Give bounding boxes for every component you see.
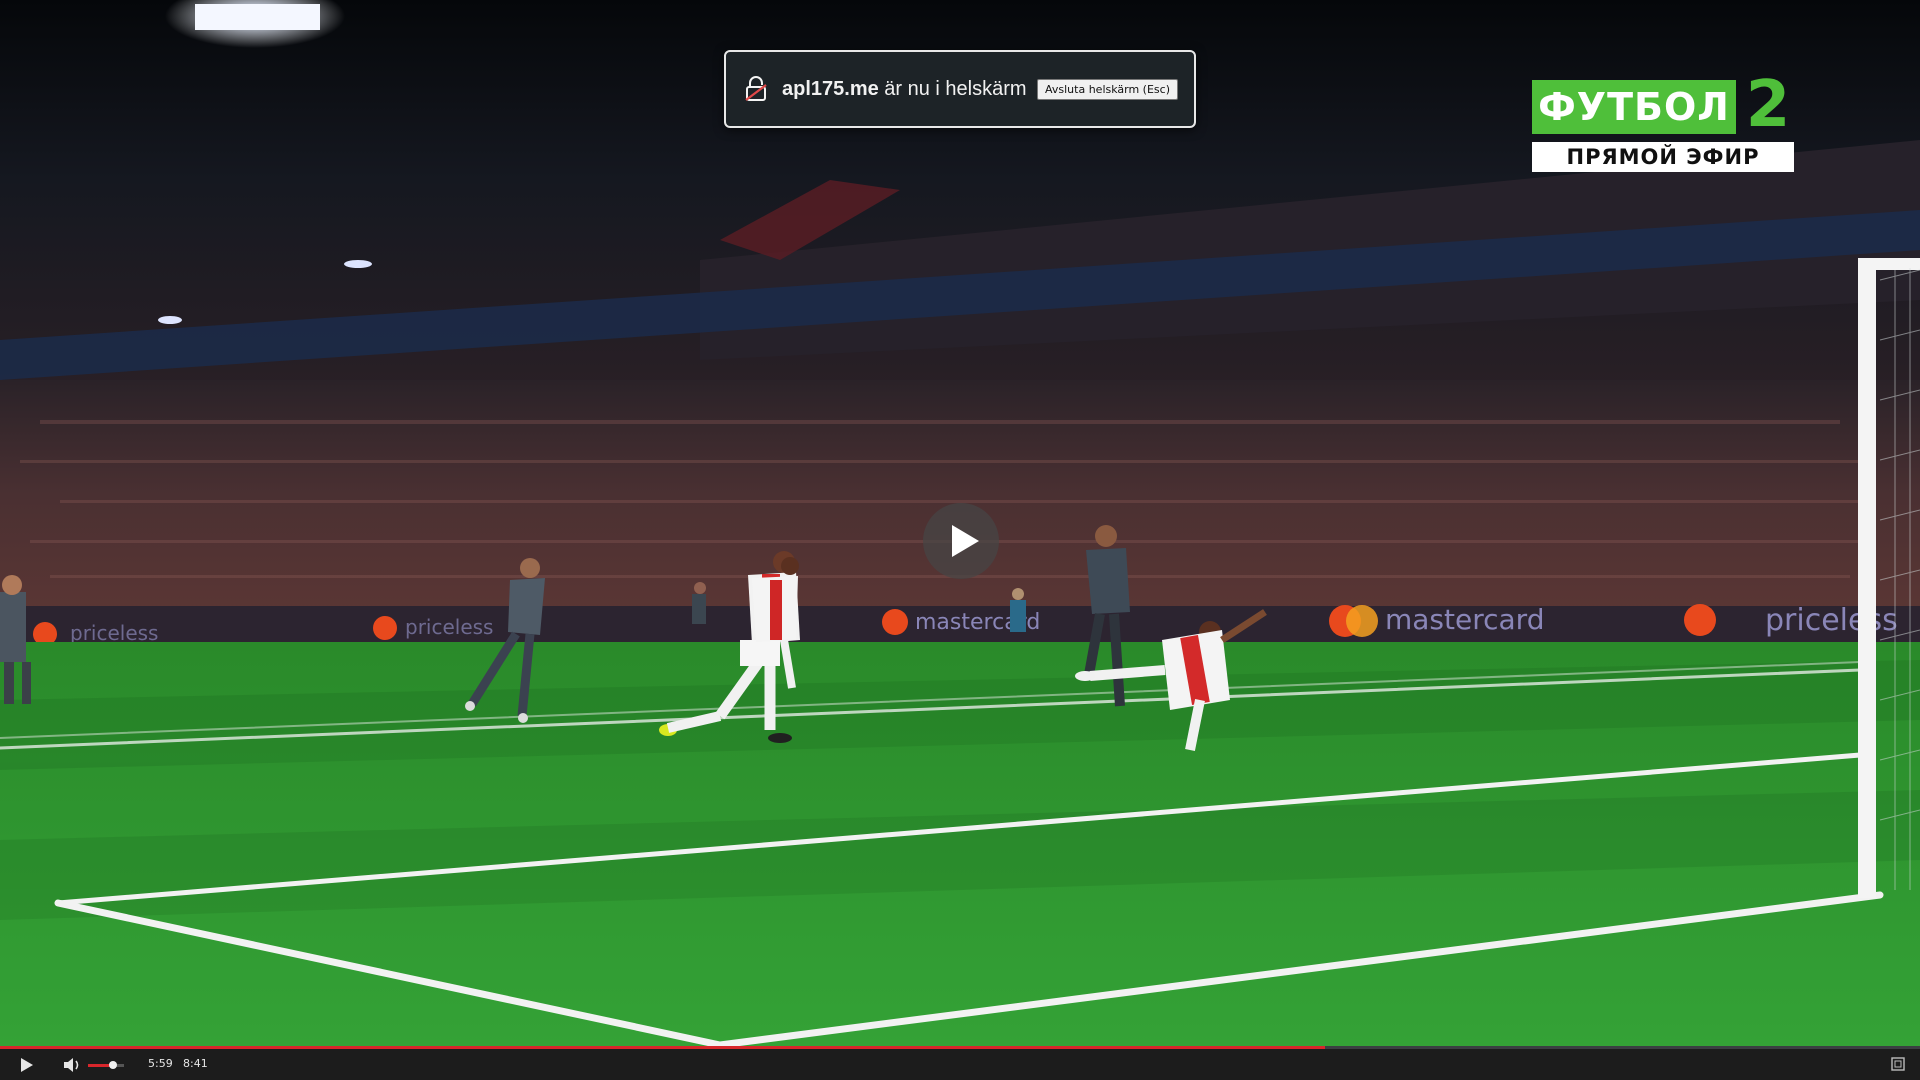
channel-logo-top: ФУТБОЛ 2 xyxy=(1532,72,1796,138)
video-frame[interactable]: priceless priceless mastercard mastercar… xyxy=(0,0,1920,1048)
svg-text:mastercard: mastercard xyxy=(1385,603,1544,636)
big-play-icon xyxy=(952,525,979,557)
fullscreen-message: apl175.me är nu i helskärm xyxy=(782,78,1037,101)
fullscreen-icon[interactable] xyxy=(1890,1056,1906,1072)
exit-fullscreen-button[interactable]: Avsluta helskärm (Esc) xyxy=(1037,78,1178,100)
lock-icon xyxy=(745,76,767,101)
volume-icon[interactable] xyxy=(62,1055,84,1075)
fullscreen-message-text: är nu i helskärm xyxy=(878,77,1027,100)
channel-logo: ФУТБОЛ 2 ПРЯМОЙ ЭФИР xyxy=(1532,72,1796,176)
live-broadcast-label: ПРЯМОЙ ЭФИР xyxy=(1532,142,1794,172)
fullscreen-domain: apl175.me xyxy=(782,77,879,100)
svg-text:priceless: priceless xyxy=(405,615,493,639)
fullscreen-notification: apl175.me är nu i helskärm Avsluta helsk… xyxy=(724,50,1196,128)
channel-name: ФУТБОЛ xyxy=(1532,80,1736,134)
current-time: 5:59 xyxy=(148,1057,173,1070)
volume-slider[interactable] xyxy=(88,1061,124,1069)
total-duration: 8:41 xyxy=(183,1057,208,1070)
big-play-button[interactable] xyxy=(923,503,999,579)
player-controls: 5:59 8:41 xyxy=(0,1049,1920,1080)
play-icon[interactable] xyxy=(16,1055,36,1075)
svg-text:priceless: priceless xyxy=(1765,603,1898,638)
svg-text:priceless: priceless xyxy=(70,621,158,645)
fullscreen-video-viewport: priceless priceless mastercard mastercar… xyxy=(0,0,1920,1080)
volume-knob[interactable] xyxy=(109,1061,118,1069)
channel-number: 2 xyxy=(1745,68,1791,142)
